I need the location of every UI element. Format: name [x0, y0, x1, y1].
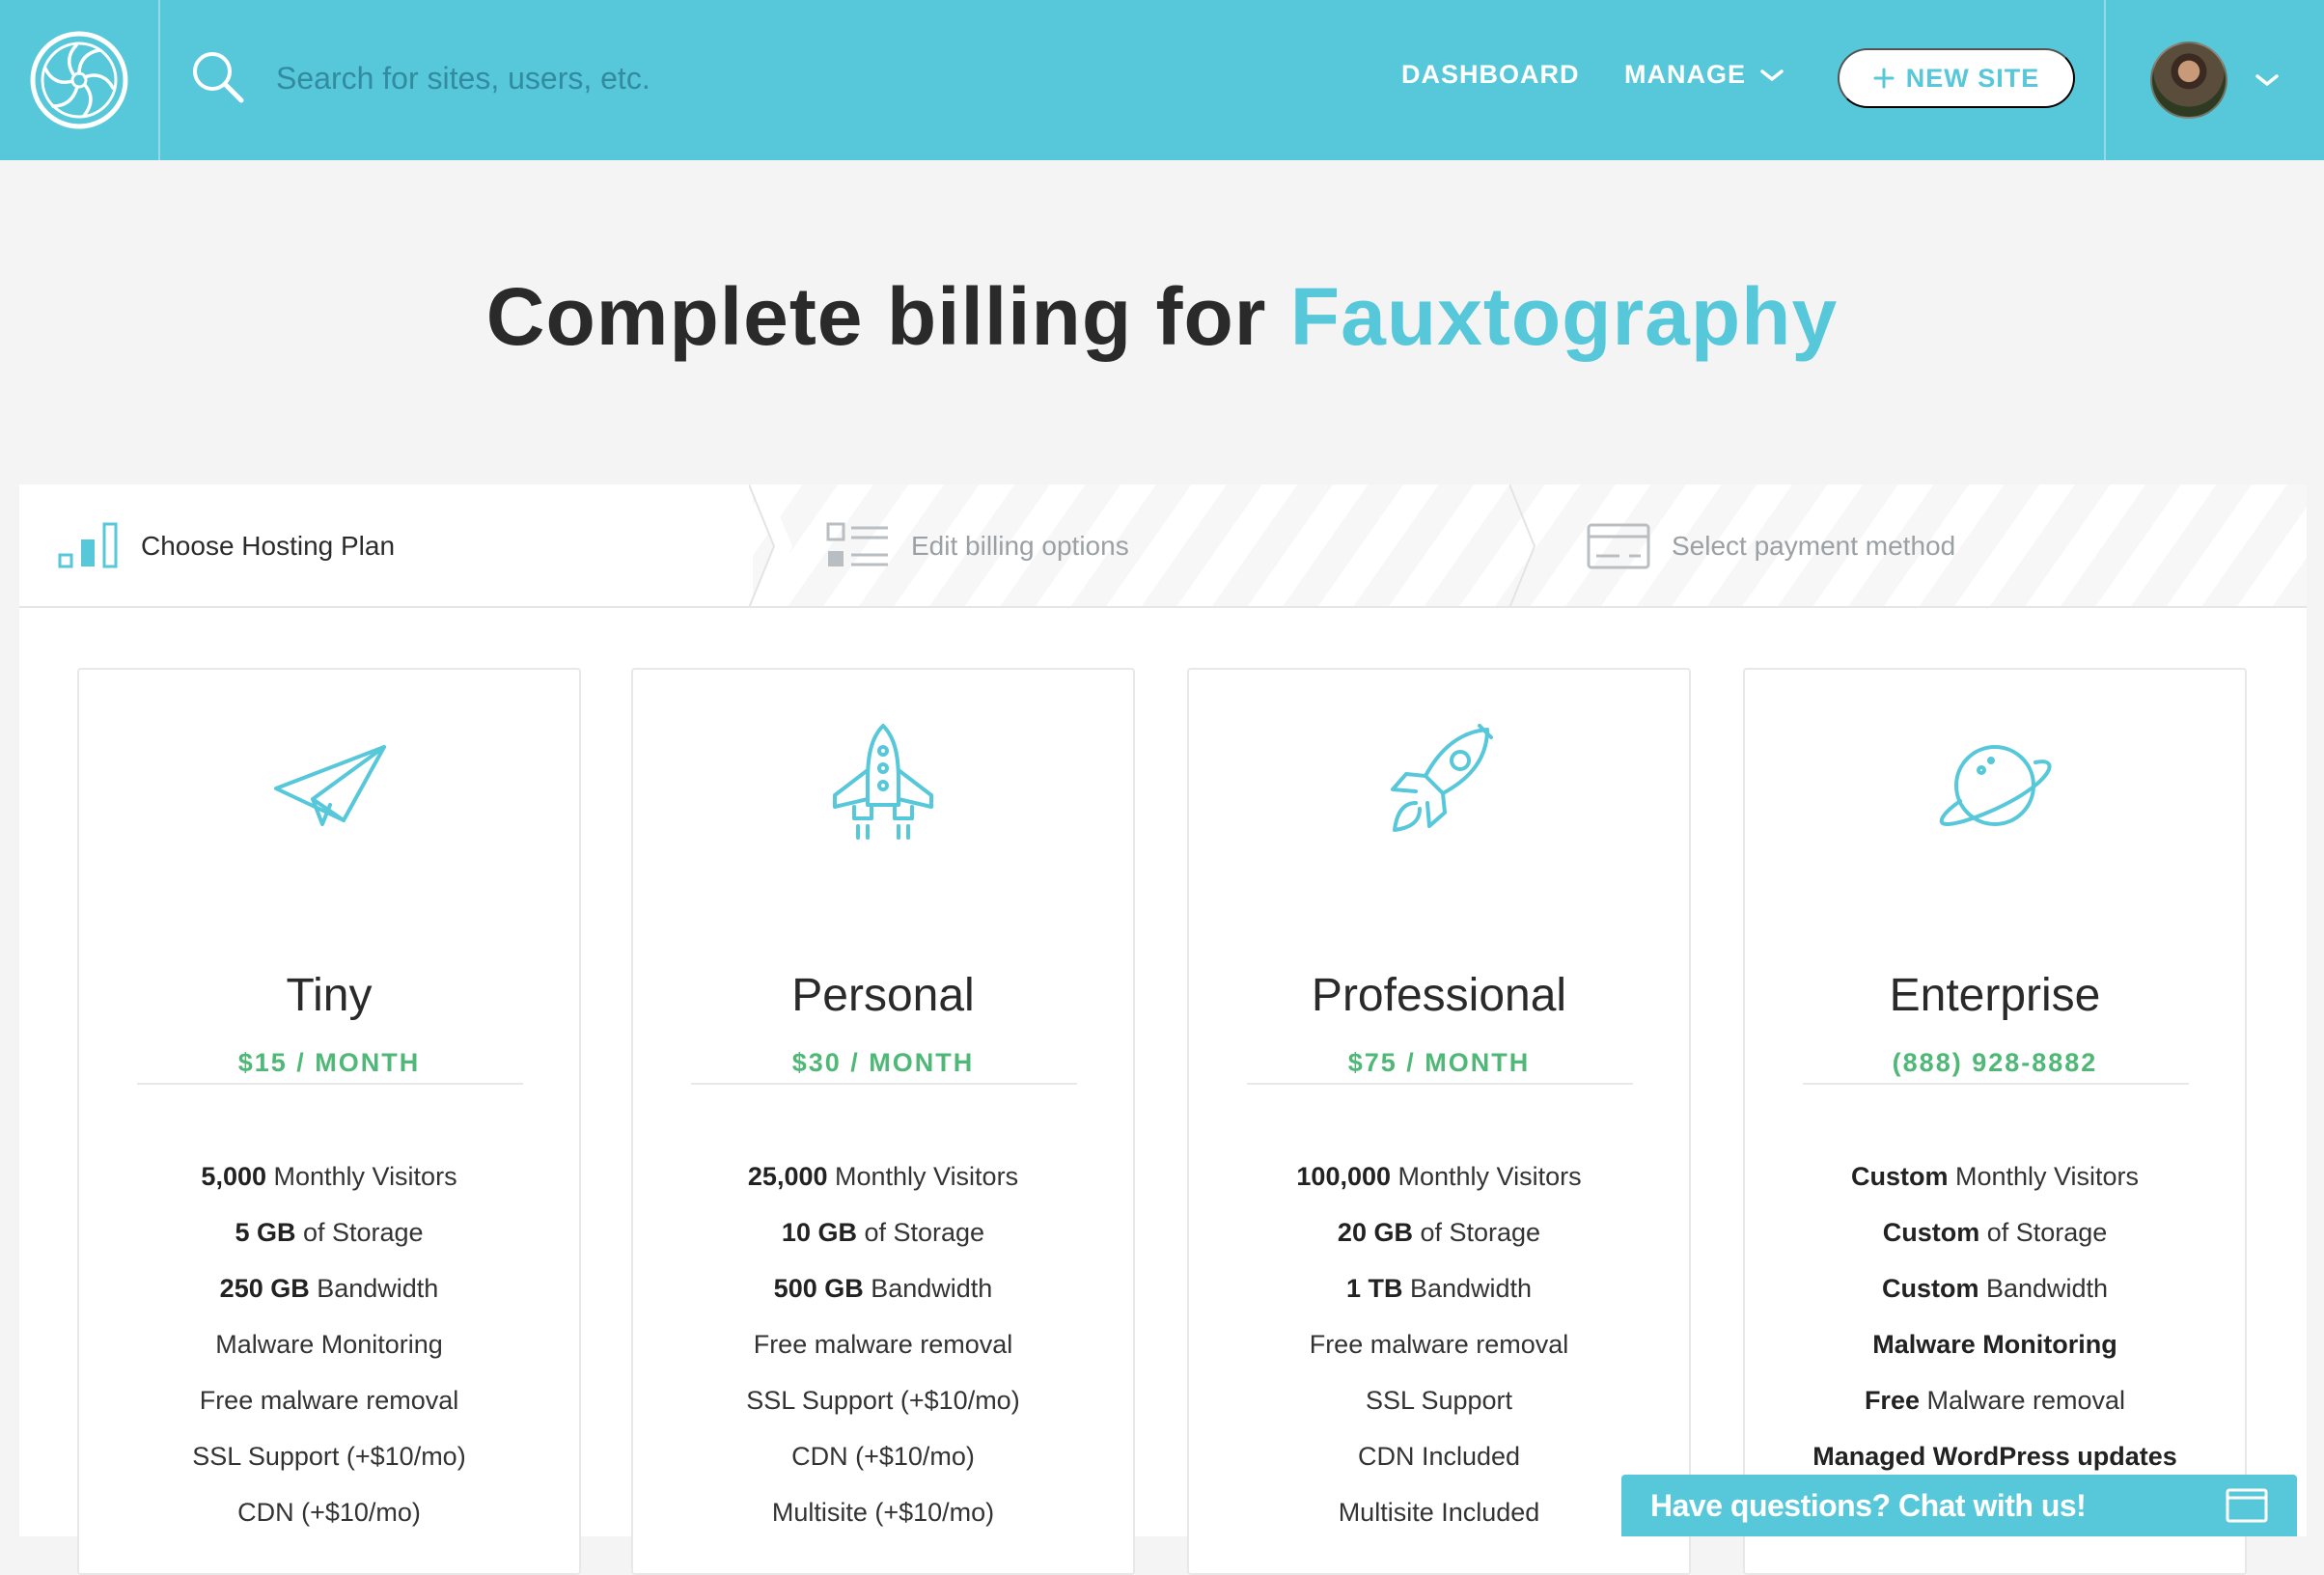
paper-plane-icon — [274, 745, 386, 826]
search-input[interactable] — [276, 46, 952, 110]
feature-item: CDN (+$10/mo) — [237, 1498, 421, 1527]
plan-price: $15 / MONTH — [237, 1048, 421, 1077]
new-site-button[interactable]: NEW SITE — [1838, 48, 2075, 108]
plan-card-enterprise[interactable]: Enterprise (888) 928-8882 Custom Monthly… — [1743, 668, 2247, 1575]
feature-item: 100,000 Monthly Visitors — [1296, 1162, 1582, 1191]
feature-item: Multisite (+$10/mo) — [771, 1498, 995, 1527]
search-icon[interactable] — [189, 48, 247, 106]
feature-item: 250 GB Bandwidth — [219, 1274, 439, 1303]
feature-item: 25,000 Monthly Visitors — [747, 1162, 1019, 1191]
user-menu[interactable] — [2104, 0, 2324, 160]
feature-item: Custom of Storage — [1882, 1218, 2108, 1247]
step-choose-hosting-plan[interactable]: Choose Hosting Plan — [58, 484, 396, 606]
nav-manage-dropdown[interactable]: MANAGE — [1624, 60, 1784, 90]
step-select-payment-method[interactable]: Select payment method — [1587, 484, 1956, 606]
plus-icon — [1873, 68, 1895, 89]
feature-item: SSL Support (+$10/mo) — [746, 1386, 1020, 1415]
plan-name: Personal — [791, 970, 975, 1021]
step-label: Select payment method — [1672, 531, 1956, 561]
chevron-down-icon[interactable] — [2255, 72, 2280, 88]
plan-phone[interactable]: (888) 928-8882 — [1745, 1048, 2245, 1078]
new-site-label: NEW SITE — [1905, 63, 2040, 93]
step-separator-1 — [749, 484, 792, 606]
feature-item: 500 GB Bandwidth — [773, 1274, 993, 1303]
shuttle-icon — [833, 724, 933, 840]
bar-chart-icon — [58, 522, 118, 568]
chevron-down-icon — [1760, 69, 1784, 81]
avatar[interactable] — [2150, 41, 2227, 119]
step-separator-2 — [1509, 484, 1536, 606]
feature-item: Multisite Included — [1338, 1498, 1540, 1527]
feature-item: Free malware removal — [753, 1330, 1013, 1359]
feature-item: 10 GB of Storage — [781, 1218, 985, 1247]
credit-card-icon — [1587, 523, 1650, 569]
feature-list: 100,000 Monthly Visitors 20 GB of Storag… — [1189, 1148, 1689, 1540]
feature-list: Custom Monthly Visitors Custom of Storag… — [1745, 1148, 2245, 1484]
step-label: Edit billing options — [911, 531, 1129, 561]
site-name[interactable]: Fauxtography — [1290, 271, 1838, 362]
step-edit-billing-options[interactable]: Edit billing options — [826, 484, 1129, 606]
divider — [1247, 1083, 1633, 1085]
feature-item: Custom Monthly Visitors — [1850, 1162, 2140, 1191]
plan-card-tiny[interactable]: Tiny $15 / MONTH 5,000 Monthly Visitors … — [77, 668, 581, 1575]
rocket-icon — [1391, 724, 1493, 832]
list-icon — [826, 522, 888, 566]
page-title: Complete billing for Fauxtography — [0, 270, 2324, 364]
chat-widget[interactable]: Have questions? Chat with us! — [1621, 1475, 2297, 1536]
plan-card-personal[interactable]: Personal $30 / MONTH 25,000 Monthly Visi… — [631, 668, 1135, 1575]
top-navigation-bar: DASHBOARD MANAGE NEW SITE — [0, 0, 2324, 160]
step-label: Choose Hosting Plan — [141, 531, 396, 561]
feature-item: CDN Included — [1357, 1442, 1521, 1471]
divider — [1803, 1083, 2189, 1085]
plan-name: Professional — [1311, 970, 1567, 1021]
feature-item: SSL Support (+$10/mo) — [192, 1442, 466, 1471]
feature-list: 5,000 Monthly Visitors 5 GB of Storage 2… — [79, 1148, 579, 1540]
feature-item: Malware Monitoring — [215, 1330, 443, 1359]
divider — [691, 1083, 1077, 1085]
plan-name: Enterprise — [1889, 970, 2101, 1021]
feature-item: 1 TB Bandwidth — [1345, 1274, 1533, 1303]
flywheel-logo-icon — [30, 31, 128, 129]
divider — [137, 1083, 523, 1085]
feature-list: 25,000 Monthly Visitors 10 GB of Storage… — [633, 1148, 1133, 1540]
plan-price: $75 / MONTH — [1347, 1048, 1531, 1077]
plan-card-professional[interactable]: Professional $75 / MONTH 100,000 Monthly… — [1187, 668, 1691, 1575]
feature-item: 5,000 Monthly Visitors — [201, 1162, 457, 1191]
feature-item: SSL Support — [1365, 1386, 1513, 1415]
planet-icon — [1939, 745, 2052, 827]
feature-item: Custom Bandwidth — [1881, 1274, 2109, 1303]
page-title-prefix: Complete billing for — [485, 271, 1267, 362]
plan-name: Tiny — [286, 970, 373, 1021]
feature-item: Free Malware removal — [1864, 1386, 2126, 1415]
feature-item: Malware Monitoring — [1872, 1330, 2117, 1359]
hosting-plans: Tiny $15 / MONTH 5,000 Monthly Visitors … — [19, 608, 2307, 1575]
window-icon[interactable] — [2226, 1488, 2268, 1523]
feature-item: CDN (+$10/mo) — [791, 1442, 975, 1471]
chat-label[interactable]: Have questions? Chat with us! — [1650, 1488, 2087, 1524]
nav-manage-label: MANAGE — [1624, 60, 1746, 89]
feature-item: 20 GB of Storage — [1337, 1218, 1541, 1247]
billing-steps: Choose Hosting Plan Edit billing options… — [19, 484, 2307, 608]
feature-item: 5 GB of Storage — [235, 1218, 424, 1247]
nav-dashboard-link[interactable]: DASHBOARD — [1401, 60, 1580, 90]
feature-item: Free malware removal — [199, 1386, 459, 1415]
feature-item: Free malware removal — [1309, 1330, 1569, 1359]
plan-price: $30 / MONTH — [791, 1048, 975, 1077]
brand-logo[interactable] — [0, 0, 160, 160]
